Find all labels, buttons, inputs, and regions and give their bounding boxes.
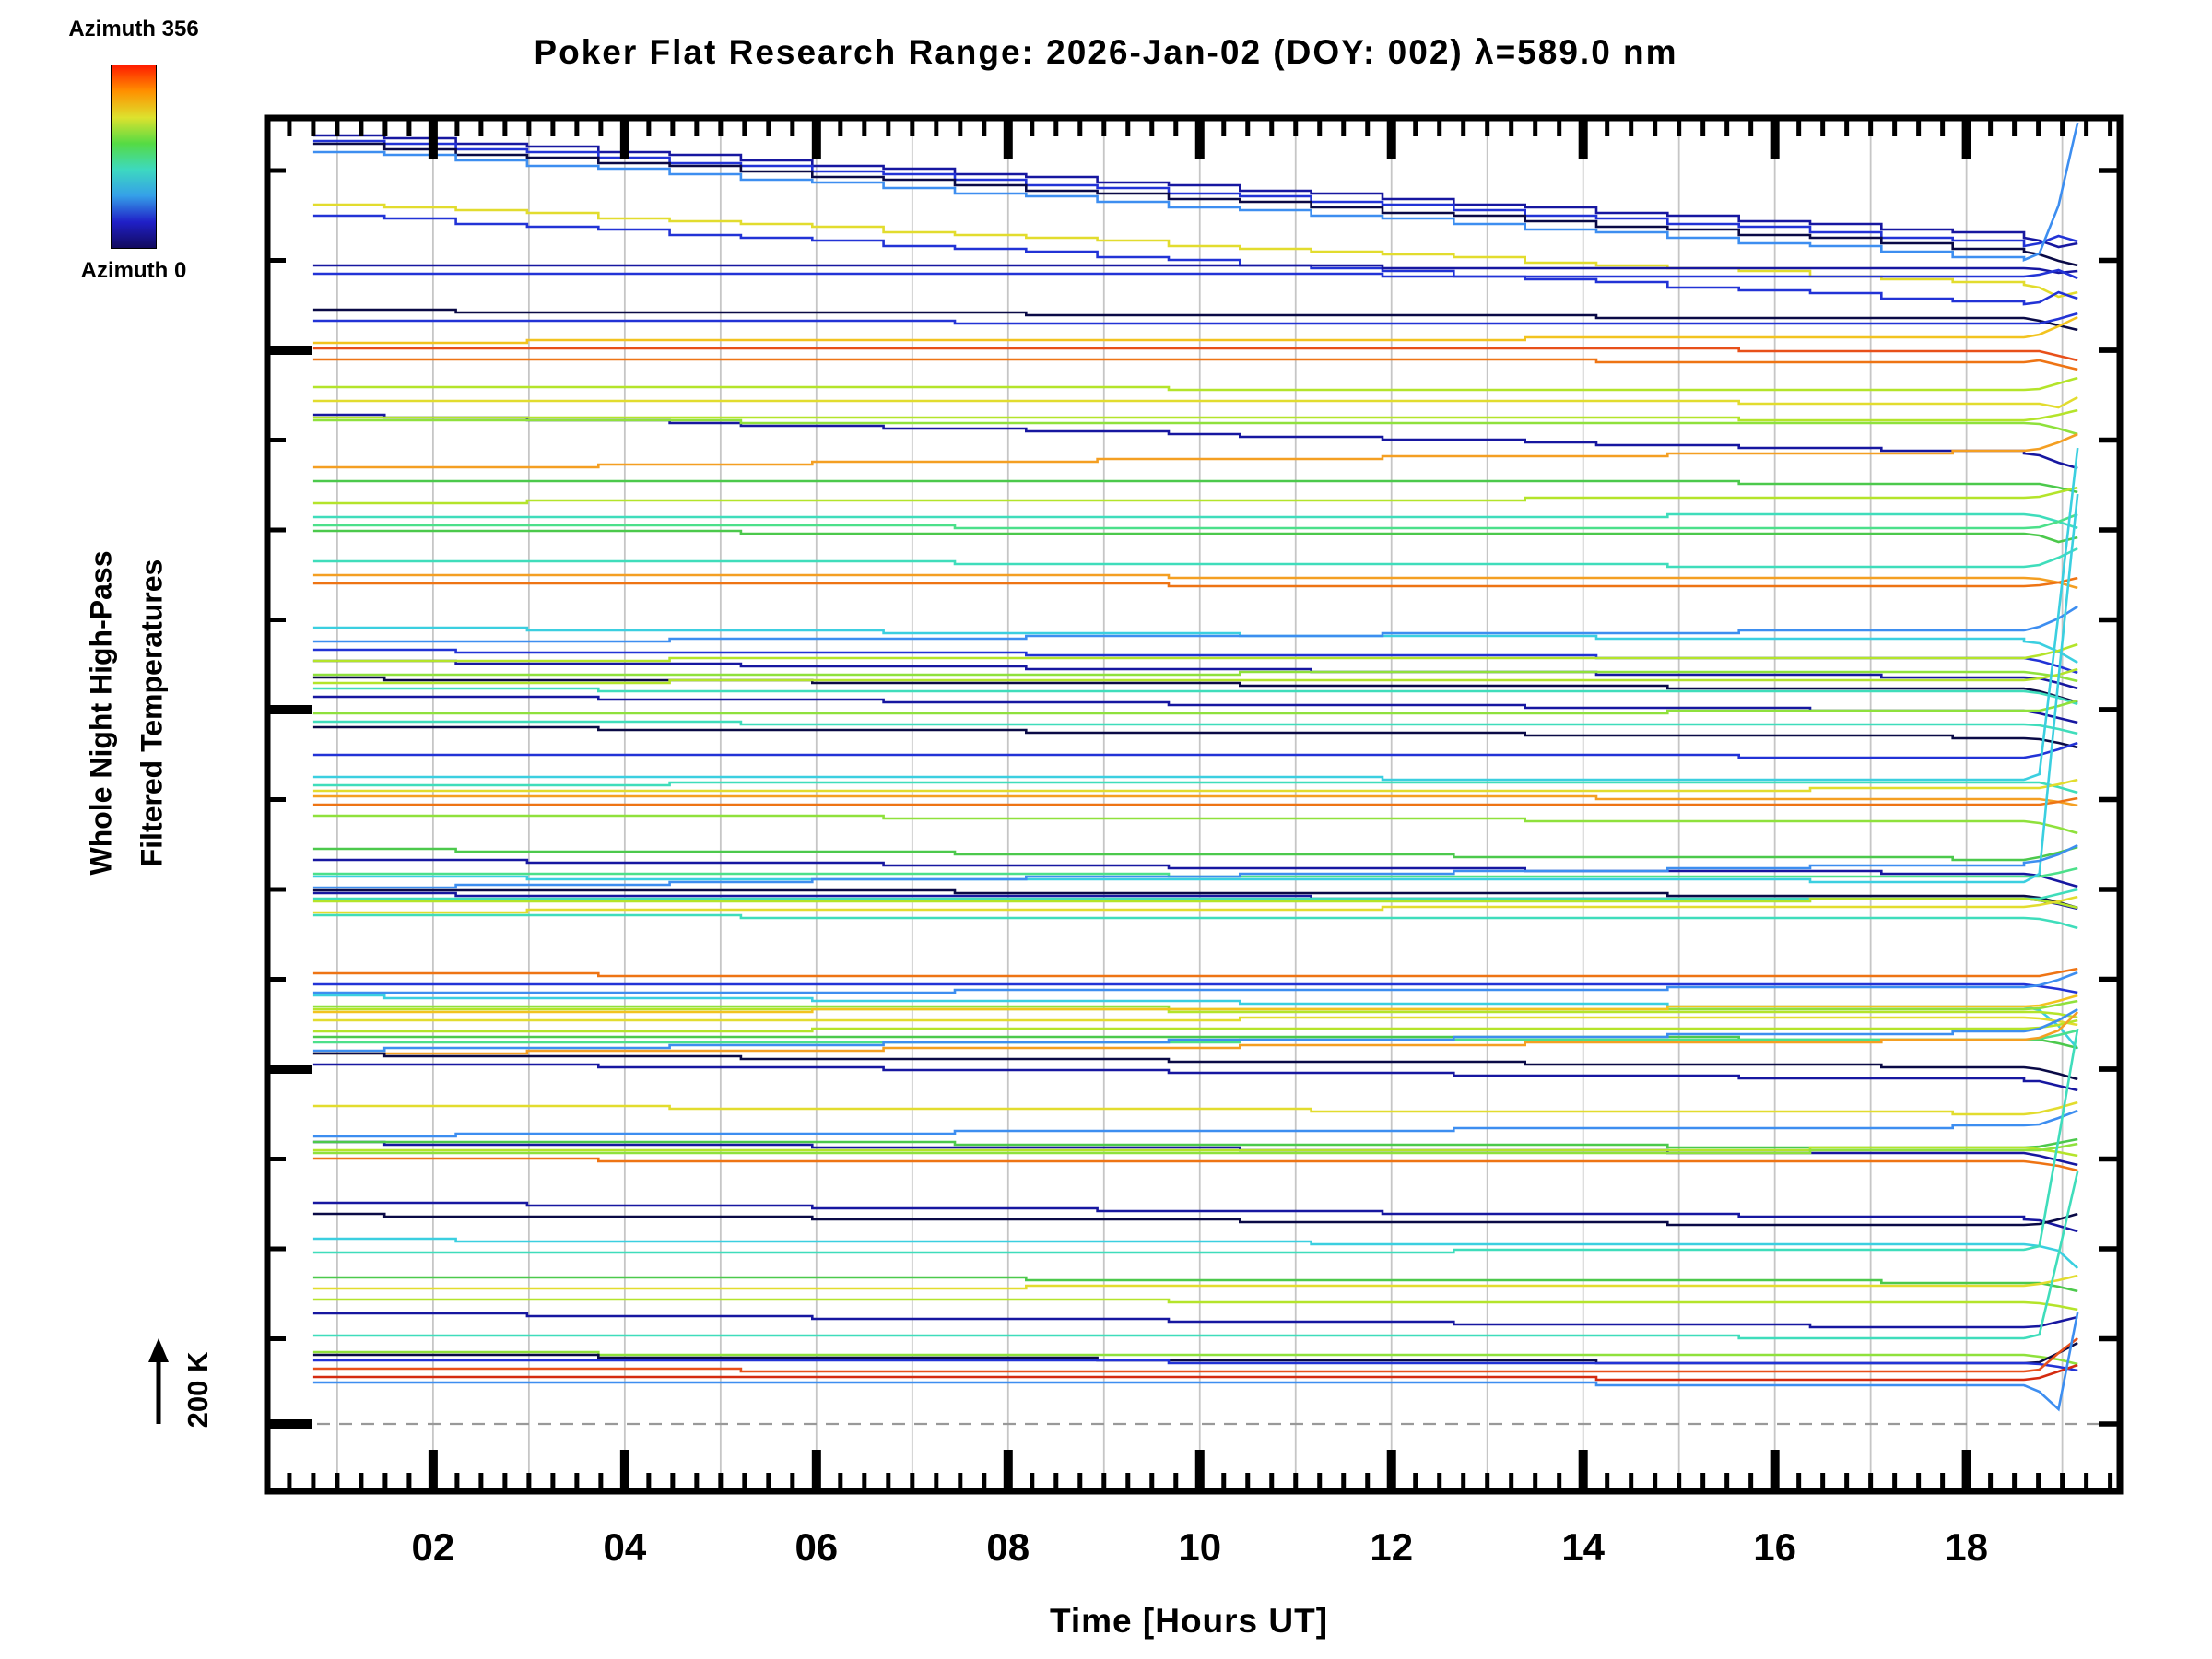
x-tick-label-10: 10: [1178, 1525, 1222, 1569]
x-tick-label-06: 06: [794, 1525, 839, 1569]
temperature-trace: [312, 1018, 2078, 1033]
temperature-trace: [312, 432, 2078, 469]
temperature-trace: [312, 1063, 2078, 1092]
temperature-trace: [312, 486, 2078, 505]
temperature-trace: [312, 418, 2078, 436]
temperature-trace: [312, 1007, 2078, 1053]
temperature-trace: [312, 1146, 2078, 1158]
temperature-trace: [312, 814, 2078, 835]
temperature-trace: [312, 845, 2078, 862]
temperature-trace: [312, 1157, 2078, 1172]
scale-arrow-head: [148, 1338, 169, 1362]
temperature-trace: [312, 699, 2078, 715]
temperature-trace: [312, 1100, 2078, 1116]
x-tick-label-18: 18: [1945, 1525, 1988, 1569]
x-tick-label-04: 04: [603, 1525, 647, 1569]
temperature-trace: [312, 576, 2078, 588]
temperature-trace: [312, 1137, 2078, 1149]
temperature-trace: [312, 725, 2078, 749]
temperature-trace: [312, 1007, 2078, 1019]
temperature-trace: [312, 203, 2078, 299]
temperature-trace: [312, 358, 2078, 371]
temperature-trace: [312, 1312, 2078, 1329]
x-tick-label-08: 08: [986, 1525, 1030, 1569]
temperature-trace: [312, 1052, 2078, 1081]
x-axis-label: Time [Hours UT]: [1049, 1602, 1329, 1640]
temperature-trace: [312, 264, 2078, 275]
temperature-trace: [312, 1171, 2079, 1340]
temperature-trace: [312, 479, 2078, 494]
temperature-trace: [312, 605, 2078, 643]
temperature-trace: [312, 741, 2078, 759]
temperature-trace: [312, 214, 2078, 306]
x-tick-label-16: 16: [1753, 1525, 1797, 1569]
temperature-trace: [312, 866, 2078, 878]
temperature-trace: [312, 1298, 2078, 1312]
x-tick-label-14: 14: [1561, 1525, 1606, 1569]
chart-svg: [148, 114, 2124, 1495]
x-tick-label-12: 12: [1370, 1525, 1414, 1569]
plot-canvas: Poker Flat Research Range: 2026-Jan-02 (…: [0, 0, 2212, 1659]
temperature-trace: [312, 967, 2078, 978]
temperature-trace: [312, 1016, 2078, 1027]
temperature-trace: [312, 529, 2078, 544]
temperature-trace: [312, 408, 2078, 422]
temperature-trace: [312, 395, 2078, 409]
temperature-trace: [312, 376, 2078, 392]
temperature-trace: [312, 999, 2078, 1011]
temperature-trace: [312, 268, 2078, 280]
temperature-trace: [312, 913, 2078, 930]
temperature-trace: [312, 982, 2078, 994]
temperature-trace: [312, 547, 2078, 569]
x-tick-label-02: 02: [411, 1525, 455, 1569]
temperature-trace: [312, 1109, 2078, 1138]
